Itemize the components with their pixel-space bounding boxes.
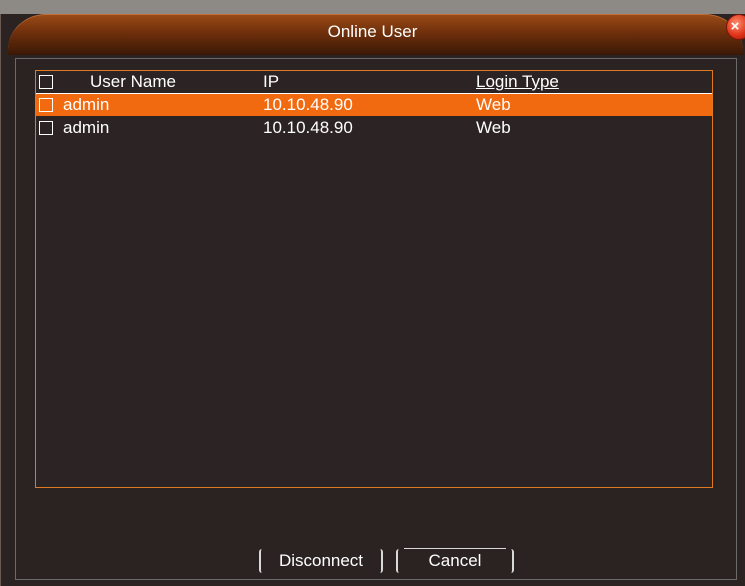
- table-header: User Name IP Login Type: [36, 71, 712, 93]
- row-checkbox[interactable]: [39, 121, 53, 135]
- cell-user-name: admin: [63, 95, 110, 114]
- dialog-body: User Name IP Login Type admin 10.10.48.9…: [15, 58, 737, 580]
- cell-login-type: Web: [476, 118, 511, 137]
- cell-ip: 10.10.48.90: [263, 95, 353, 114]
- cancel-button[interactable]: Cancel: [396, 548, 514, 573]
- header-login-type[interactable]: Login Type: [476, 71, 559, 93]
- header-user-name[interactable]: User Name: [90, 71, 176, 93]
- close-glyph: ×: [730, 18, 740, 35]
- cell-user-name: admin: [63, 118, 110, 137]
- cell-ip: 10.10.48.90: [263, 118, 353, 137]
- header-ip[interactable]: IP: [263, 71, 279, 93]
- table-row[interactable]: admin 10.10.48.90 Web: [36, 117, 712, 139]
- disconnect-button[interactable]: Disconnect: [259, 549, 383, 573]
- screen: Online User × User Name IP Login Type ad…: [0, 0, 745, 586]
- online-user-list[interactable]: User Name IP Login Type admin 10.10.48.9…: [35, 70, 713, 488]
- select-all-checkbox[interactable]: [39, 75, 53, 89]
- dialog-title: Online User: [327, 22, 418, 41]
- row-checkbox[interactable]: [39, 98, 53, 112]
- close-icon[interactable]: ×: [726, 14, 745, 40]
- cell-login-type: Web: [476, 95, 511, 114]
- table-row[interactable]: admin 10.10.48.90 Web: [36, 94, 712, 116]
